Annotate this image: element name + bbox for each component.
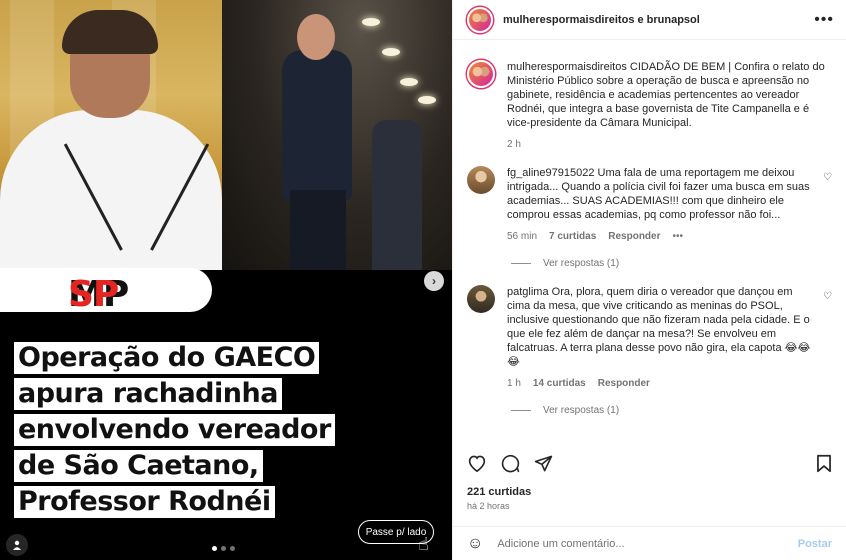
reply-button[interactable]: Responder <box>598 377 650 391</box>
speaker-photo <box>0 0 222 270</box>
post-comment-button[interactable]: Postar <box>798 538 832 550</box>
caption-username[interactable]: mulherespormaisdireitos <box>507 61 627 73</box>
comment-username[interactable]: patglima <box>507 286 549 298</box>
headline-line: Operação do GAECO <box>14 342 320 374</box>
comment-bubble-icon[interactable] <box>501 454 520 473</box>
headline-line: apura rachadinha <box>14 378 282 410</box>
pointer-hand-icon: ☝ <box>418 534 429 554</box>
like-comment-heart-icon[interactable]: ♡ <box>818 291 832 391</box>
author-avatar[interactable] <box>467 6 493 33</box>
share-paper-plane-icon[interactable] <box>534 454 553 473</box>
headline-line: Professor Rodnéi <box>14 486 275 518</box>
commenter-avatar[interactable] <box>467 166 495 194</box>
like-comment-heart-icon[interactable]: ♡ <box>818 172 832 244</box>
post-media[interactable]: MP SP Operação do GAECO apura rachadinha … <box>0 0 452 560</box>
comment-input[interactable] <box>497 537 798 550</box>
likes-count[interactable]: 221 curtidas <box>467 486 531 498</box>
comment-text: Ora, plora, quem diria o vereador que da… <box>507 286 811 368</box>
headline-line: de São Caetano, <box>14 450 263 482</box>
comment: patglima Ora, plora, quem diria o veread… <box>453 269 846 391</box>
dancer-photo <box>222 0 452 270</box>
emoji-smiley-icon[interactable]: ☺ <box>467 535 483 553</box>
view-replies-button[interactable]: Ver respostas (1) <box>511 258 846 269</box>
action-bar <box>453 450 846 476</box>
post-timestamp[interactable]: há 2 horas <box>467 501 510 511</box>
mpsp-logo: MP SP <box>0 268 212 315</box>
comment: fg_aline97915022 Uma fala de uma reporta… <box>453 152 846 244</box>
carousel-dot <box>230 546 235 551</box>
comment-time[interactable]: 1 h <box>507 377 521 391</box>
caption: mulherespormaisdireitos CIDADÃO DE BEM |… <box>453 48 846 152</box>
comment-username[interactable]: fg_aline97915022 <box>507 167 594 179</box>
headline: Operação do GAECO apura rachadinha envol… <box>14 342 335 522</box>
post-side-panel: mulherespormaisdireitos e brunapsol ••• … <box>452 0 846 560</box>
carousel-indicator <box>212 546 235 551</box>
add-comment-bar: ☺ Postar <box>453 526 846 560</box>
view-replies-label[interactable]: Ver respostas (1) <box>543 258 619 269</box>
headline-line: envolvendo vereador <box>14 414 335 446</box>
caption-avatar[interactable] <box>467 60 495 88</box>
logo-sp: SP <box>68 274 119 315</box>
like-heart-icon[interactable] <box>467 454 487 472</box>
comment-more-icon[interactable]: ••• <box>673 230 684 244</box>
reply-button[interactable]: Responder <box>608 230 660 244</box>
more-options-icon[interactable]: ••• <box>814 11 834 29</box>
caption-time[interactable]: 2 h <box>507 138 521 152</box>
comments-list[interactable]: mulherespormaisdireitos CIDADÃO DE BEM |… <box>453 48 846 440</box>
comment-likes[interactable]: 14 curtidas <box>533 377 586 391</box>
carousel-dot <box>212 546 217 551</box>
comment-time[interactable]: 56 min <box>507 230 537 244</box>
view-replies-button[interactable]: Ver respostas (1) <box>511 405 846 416</box>
save-bookmark-icon[interactable] <box>816 454 832 473</box>
post-header: mulherespormaisdireitos e brunapsol ••• <box>453 0 846 40</box>
author-names[interactable]: mulherespormaisdireitos e brunapsol <box>503 14 700 26</box>
carousel-dot <box>221 546 226 551</box>
comment-likes[interactable]: 7 curtidas <box>549 230 596 244</box>
next-slide-chevron-icon[interactable]: › <box>424 271 444 291</box>
view-replies-label[interactable]: Ver respostas (1) <box>543 405 619 416</box>
commenter-avatar[interactable] <box>467 285 495 313</box>
tagged-users-icon[interactable] <box>6 534 28 556</box>
